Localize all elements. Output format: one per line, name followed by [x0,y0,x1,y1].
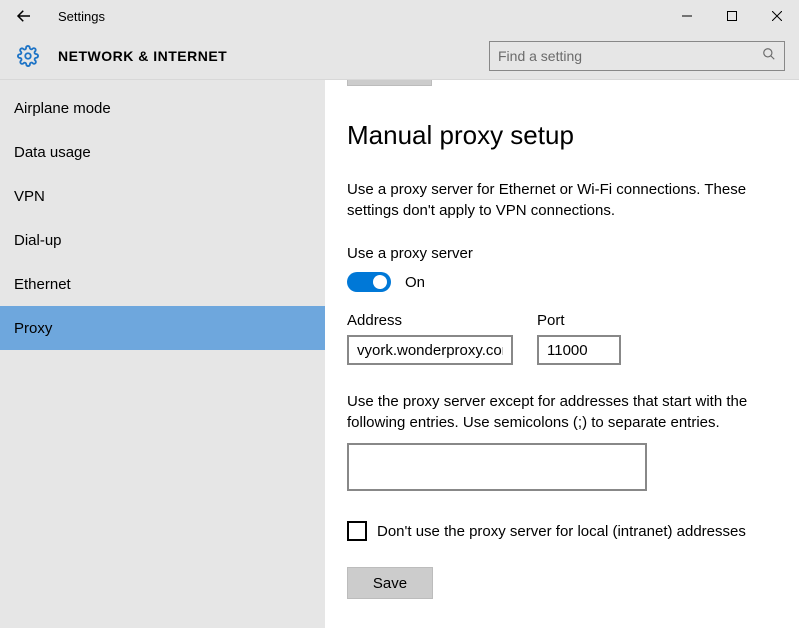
settings-gear-icon [16,44,40,68]
sidebar-item-ethernet[interactable]: Ethernet [0,262,325,306]
titlebar: Settings [0,0,799,32]
maximize-button[interactable] [709,0,754,32]
sidebar-item-label: Dial-up [14,232,62,249]
page-description: Use a proxy server for Ethernet or Wi-Fi… [347,179,767,221]
port-input[interactable] [537,335,621,365]
minimize-icon [682,11,692,21]
sidebar-item-proxy[interactable]: Proxy [0,306,325,350]
content-panel: Manual proxy setup Use a proxy server fo… [325,80,799,628]
window-title: Settings [58,9,105,24]
back-arrow-icon [15,7,33,25]
close-button[interactable] [754,0,799,32]
sidebar-item-label: Ethernet [14,276,71,293]
search-box[interactable] [489,41,785,71]
search-icon [762,47,776,64]
local-addresses-checkbox[interactable] [347,521,367,541]
window-controls [664,0,799,32]
sidebar-item-vpn[interactable]: VPN [0,174,325,218]
sidebar: Airplane mode Data usage VPN Dial-up Eth… [0,80,325,628]
section-title: NETWORK & INTERNET [58,48,227,64]
sidebar-item-airplane-mode[interactable]: Airplane mode [0,86,325,130]
search-input[interactable] [498,48,762,64]
address-label: Address [347,312,513,329]
sidebar-item-data-usage[interactable]: Data usage [0,130,325,174]
header: NETWORK & INTERNET [0,32,799,80]
sidebar-item-label: Airplane mode [14,100,111,117]
port-label: Port [537,312,621,329]
back-button[interactable] [10,2,38,30]
sidebar-item-label: Proxy [14,320,52,337]
local-addresses-label: Don't use the proxy server for local (in… [377,523,746,540]
use-proxy-toggle[interactable] [347,272,391,292]
exceptions-input[interactable] [347,443,647,491]
toggle-knob [373,275,387,289]
maximize-icon [727,11,737,21]
sidebar-item-label: Data usage [14,144,91,161]
partial-button-above[interactable] [347,80,432,86]
sidebar-item-dial-up[interactable]: Dial-up [0,218,325,262]
save-button[interactable]: Save [347,567,433,599]
minimize-button[interactable] [664,0,709,32]
save-button-label: Save [373,575,407,592]
sidebar-item-label: VPN [14,188,45,205]
address-input[interactable] [347,335,513,365]
toggle-state-label: On [405,274,425,291]
close-icon [772,11,782,21]
use-proxy-label: Use a proxy server [347,245,785,262]
exceptions-label: Use the proxy server except for addresse… [347,391,785,433]
page-heading: Manual proxy setup [347,120,785,151]
